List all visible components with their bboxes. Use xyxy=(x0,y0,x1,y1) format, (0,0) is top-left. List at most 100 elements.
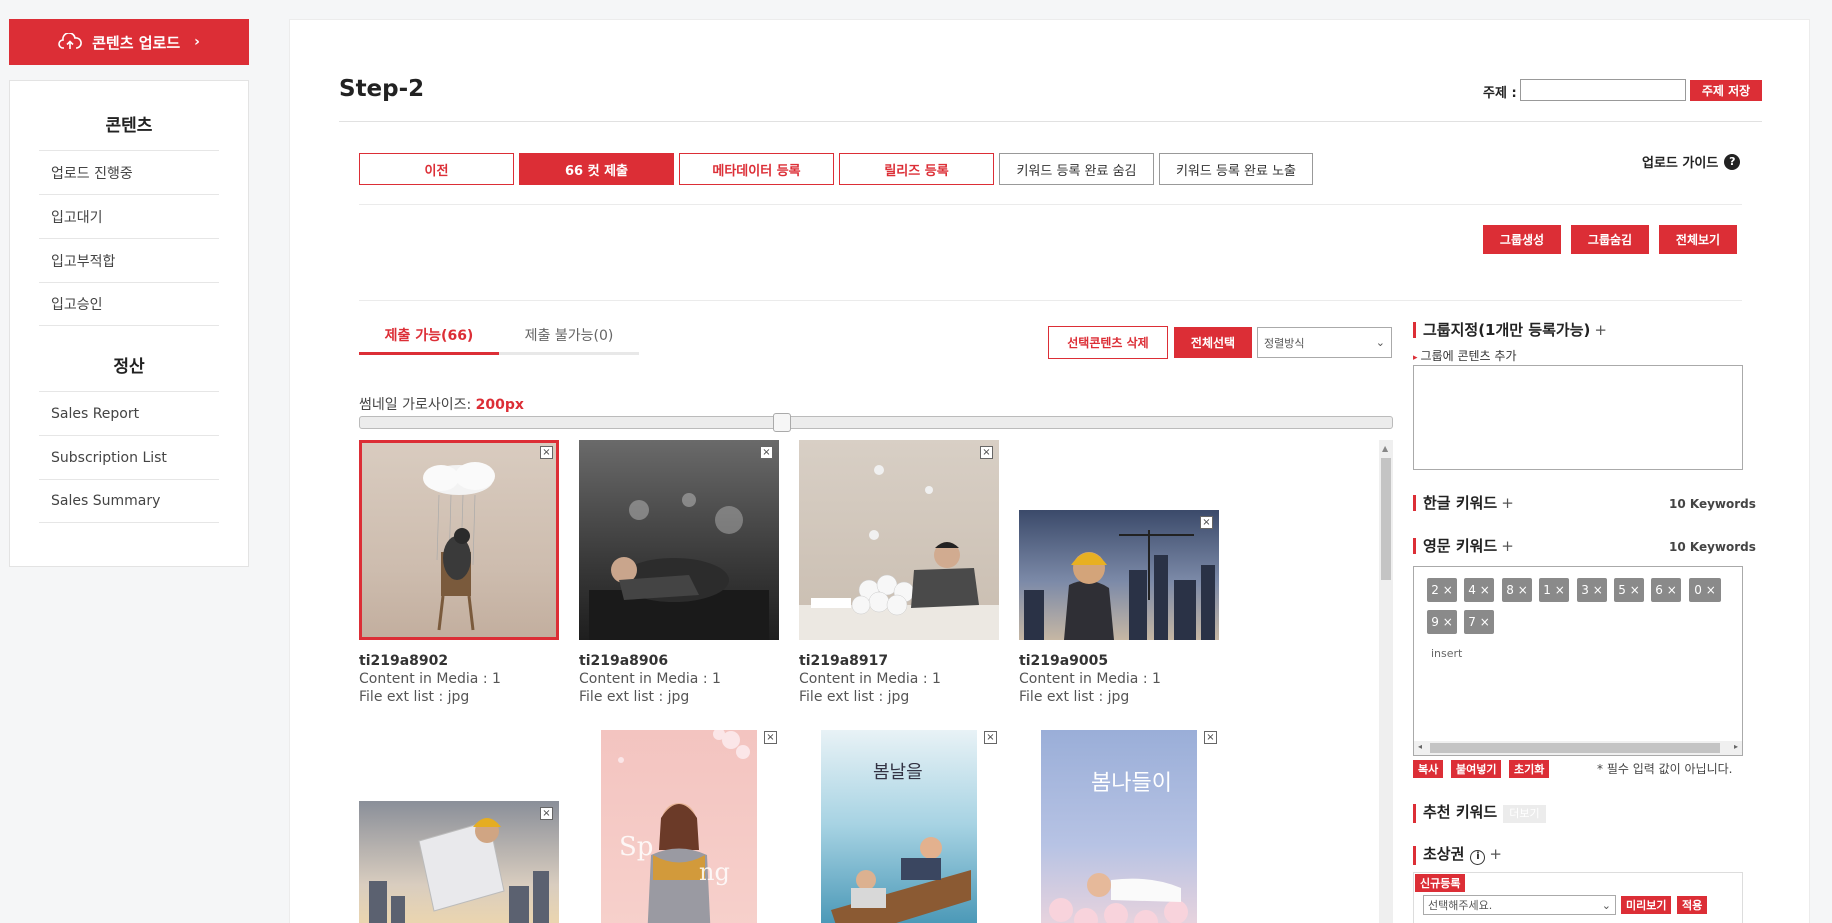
keyword-box[interactable]: 2 × 4 × 8 × 1 × 3 × 5 × 6 × 0 × 9 × 7 × … xyxy=(1413,566,1743,756)
remove-icon[interactable]: × xyxy=(540,807,553,820)
thumb-size-slider[interactable] xyxy=(359,413,1393,432)
keyword-tag[interactable]: 4 × xyxy=(1464,578,1494,602)
copy-button[interactable]: 복사 xyxy=(1413,760,1444,778)
tab-not-submittable[interactable]: 제출 불가능(0) xyxy=(499,325,639,355)
plus-icon[interactable]: + xyxy=(1489,845,1502,863)
keyword-tag[interactable]: 1 × xyxy=(1539,578,1569,602)
keyword-tag[interactable]: 2 × xyxy=(1427,578,1457,602)
group-hide-button[interactable]: 그룹숨김 xyxy=(1571,225,1649,254)
remove-icon[interactable]: × xyxy=(540,446,553,459)
sidebar-item-pending[interactable]: 입고대기 xyxy=(39,194,219,238)
prev-button[interactable]: 이전 xyxy=(359,153,514,185)
sidebar-item-sales-summary[interactable]: Sales Summary xyxy=(39,479,219,523)
main-panel: Step-2 주제 : 주제 저장 이전 66 컷 제출 메타데이터 등록 릴리… xyxy=(289,19,1810,923)
keyword-tag[interactable]: 6 × xyxy=(1651,578,1681,602)
tab-submittable[interactable]: 제출 가능(66) xyxy=(359,325,499,355)
sidebar-item-approved[interactable]: 입고승인 xyxy=(39,282,219,326)
content-ext: File ext list : jpg xyxy=(359,689,470,705)
plus-icon[interactable]: + xyxy=(1501,537,1514,555)
remove-icon[interactable]: × xyxy=(1204,731,1217,744)
svg-text:Sp: Sp xyxy=(619,832,653,862)
portrait-rights-title: 초상권 xyxy=(1423,845,1465,863)
sort-select[interactable]: 정렬방식 ⌄ xyxy=(1257,327,1392,358)
content-thumbnail[interactable]: × xyxy=(359,440,559,640)
more-button[interactable]: 더보기 xyxy=(1503,805,1546,823)
keyword-tag[interactable]: 0 × xyxy=(1689,578,1721,602)
optional-note: * 필수 입력 값이 아닙니다. xyxy=(1597,762,1733,776)
content-media: Content in Media : 1 xyxy=(799,671,941,687)
remove-icon[interactable]: × xyxy=(1200,516,1213,529)
remove-icon[interactable]: × xyxy=(984,731,997,744)
content-thumbnail[interactable]: 봄날을 xyxy=(821,730,977,923)
keyword-insert-input[interactable]: insert xyxy=(1431,647,1462,660)
preview-button[interactable]: 미리보기 xyxy=(1621,896,1672,914)
content-thumbnail[interactable]: × xyxy=(359,801,559,923)
group-drop-area[interactable] xyxy=(1413,365,1743,470)
slider-handle[interactable] xyxy=(773,413,791,432)
scroll-up-icon[interactable]: ▲ xyxy=(1382,444,1388,453)
content-name: ti219a8917 xyxy=(799,653,889,669)
content-media: Content in Media : 1 xyxy=(359,671,501,687)
plus-icon[interactable]: + xyxy=(1501,494,1514,512)
remove-icon[interactable]: × xyxy=(764,731,777,744)
svg-text:ng: ng xyxy=(699,858,730,886)
hide-completed-button[interactable]: 키워드 등록 완료 숨김 xyxy=(999,153,1154,185)
apply-button[interactable]: 적용 xyxy=(1677,896,1708,914)
keyword-tag[interactable]: 7 × xyxy=(1464,610,1494,634)
content-thumbnail[interactable]: × xyxy=(799,440,999,640)
select-all-button[interactable]: 전체선택 xyxy=(1174,327,1252,358)
cloud-upload-icon xyxy=(58,33,82,51)
keyword-tag[interactable]: 9 × xyxy=(1427,610,1457,634)
divider xyxy=(339,121,1762,122)
content-thumbnail[interactable]: × xyxy=(579,440,779,640)
new-registration-button[interactable]: 신규등록 xyxy=(1415,874,1466,892)
content-upload-button[interactable]: 콘텐츠 업로드 › xyxy=(9,19,249,65)
scrollbar-thumb[interactable] xyxy=(1381,458,1391,580)
scrollbar-thumb[interactable] xyxy=(1430,743,1720,753)
content-thumbnail[interactable]: × xyxy=(1019,510,1219,640)
metadata-button[interactable]: 메타데이터 등록 xyxy=(679,153,834,185)
gallery-scrollbar[interactable]: ▲ xyxy=(1379,440,1393,923)
content-meta: ti219a8906 Content in Media : 1 File ext… xyxy=(579,652,779,706)
settle-section-title: 정산 xyxy=(113,357,145,377)
keyword-box-scrollbar[interactable]: ◂ ▸ xyxy=(1414,741,1742,755)
content-ext: File ext list : jpg xyxy=(1019,689,1130,705)
portrait-rights-box: 신규등록 선택해주세요. ⌄ 미리보기 적용 xyxy=(1413,872,1743,923)
scroll-left-icon[interactable]: ◂ xyxy=(1418,742,1422,751)
sidebar-item-subscription-list[interactable]: Subscription List xyxy=(39,435,219,479)
content-ext: File ext list : jpg xyxy=(579,689,690,705)
paste-button[interactable]: 붙여넣기 xyxy=(1451,760,1502,778)
sidebar-item-uploading[interactable]: 업로드 진행중 xyxy=(39,150,219,194)
reset-button[interactable]: 초기화 xyxy=(1509,760,1550,778)
keyword-tag[interactable]: 8 × xyxy=(1502,578,1532,602)
group-assign-title: 그룹지정(1개만 등록가능) xyxy=(1423,321,1591,339)
submit-button[interactable]: 66 컷 제출 xyxy=(519,153,674,185)
keyword-tag[interactable]: 3 × xyxy=(1577,578,1607,602)
plus-icon[interactable]: + xyxy=(1594,321,1607,339)
group-create-button[interactable]: 그룹생성 xyxy=(1483,225,1561,254)
subject-input[interactable] xyxy=(1520,79,1686,101)
upload-guide-link[interactable]: 업로드 가이드 ? xyxy=(1642,152,1741,171)
content-upload-label: 콘텐츠 업로드 xyxy=(92,33,181,52)
thumb-size-text: 썸네일 가로사이즈: xyxy=(359,397,472,413)
show-completed-button[interactable]: 키워드 등록 완료 노출 xyxy=(1159,153,1313,185)
info-icon[interactable]: i xyxy=(1470,849,1486,865)
portrait-select[interactable]: 선택해주세요. ⌄ xyxy=(1423,895,1616,915)
korean-keyword-count: 10 Keywords xyxy=(1669,497,1756,511)
remove-icon[interactable]: × xyxy=(760,446,773,459)
release-button[interactable]: 릴리즈 등록 xyxy=(839,153,994,185)
construction-worker-image xyxy=(1024,530,1215,640)
keyword-tag[interactable]: 5 × xyxy=(1614,578,1644,602)
help-icon: ? xyxy=(1724,153,1741,170)
cloud-woman-image xyxy=(423,462,495,631)
sidebar-item-rejected[interactable]: 입고부적합 xyxy=(39,238,219,282)
scroll-right-icon[interactable]: ▸ xyxy=(1734,742,1738,751)
remove-icon[interactable]: × xyxy=(980,446,993,459)
delete-selected-button[interactable]: 선택콘텐츠 삭제 xyxy=(1048,326,1168,359)
subject-save-button[interactable]: 주제 저장 xyxy=(1690,80,1762,101)
sidebar-item-sales-report[interactable]: Sales Report xyxy=(39,391,219,435)
view-all-button[interactable]: 전체보기 xyxy=(1659,225,1737,254)
content-thumbnail[interactable]: 봄나들이 xyxy=(1041,730,1197,923)
sort-select-value: 정렬방식 xyxy=(1264,336,1305,350)
content-thumbnail[interactable]: Sp ng xyxy=(601,730,757,923)
